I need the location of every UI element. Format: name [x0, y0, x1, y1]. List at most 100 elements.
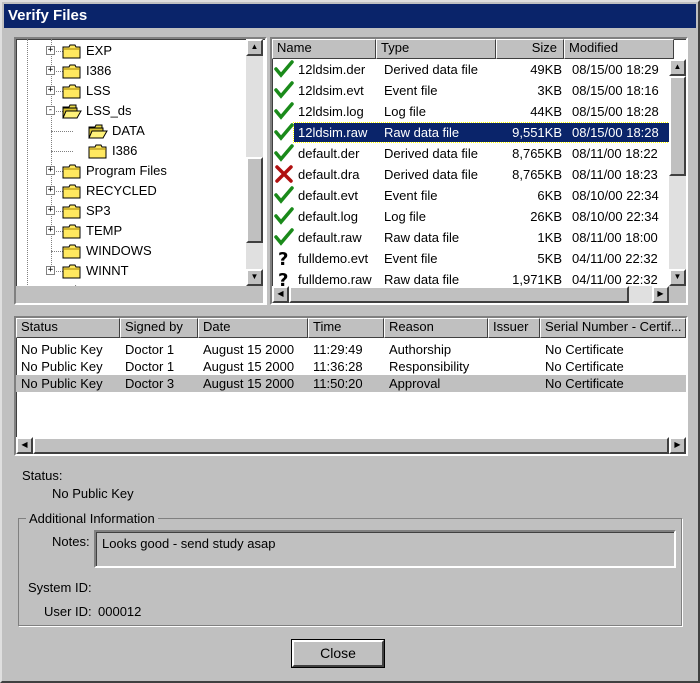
- file-horizontal-scrollbar[interactable]: ◀ ▶: [272, 286, 669, 303]
- signature-row[interactable]: No Public Key Doctor 3 August 15 2000 11:50…: [16, 375, 686, 392]
- check-icon: [274, 60, 294, 78]
- file-hscroll-thumb[interactable]: [289, 286, 629, 303]
- sig-scroll-left-button[interactable]: ◀: [16, 437, 33, 454]
- file-type-cell: Raw data file: [384, 125, 460, 140]
- folder-tree[interactable]: + EXP + I386 + LSS - LSS_ds DATA I386 + Program Fil…: [14, 37, 267, 305]
- tree-item[interactable]: + EXP: [16, 41, 244, 61]
- tree-item[interactable]: + TEMP: [16, 221, 244, 241]
- file-row[interactable]: 12ldsim.log Log file 44KB 08/15/00 18:28: [272, 101, 669, 122]
- signature-reason-cell: Approval: [389, 376, 441, 391]
- expand-icon[interactable]: +: [46, 46, 55, 55]
- file-scroll-up-button[interactable]: ▲: [669, 59, 686, 76]
- signature-date-cell: August 15 2000: [203, 359, 295, 374]
- tree-item[interactable]: - LSS_ds: [16, 101, 244, 121]
- expand-icon[interactable]: +: [46, 166, 55, 175]
- folder-open-icon: [88, 124, 108, 139]
- collapse-icon[interactable]: -: [46, 106, 55, 115]
- file-row[interactable]: default.raw Raw data file 1KB 08/11/00 18:0…: [272, 227, 669, 248]
- file-column-header[interactable]: Size: [496, 39, 564, 59]
- file-row[interactable]: default.der Derived data file 8,765KB 08/11…: [272, 143, 669, 164]
- expand-icon[interactable]: +: [46, 206, 55, 215]
- tree-scroll-up-button[interactable]: ▲: [246, 39, 263, 56]
- additional-info-title: Additional Information: [26, 511, 158, 526]
- file-scroll-left-button[interactable]: ◀: [272, 286, 289, 303]
- signature-column-header[interactable]: Issuer: [488, 318, 540, 338]
- signature-row[interactable]: No Public Key Doctor 1 August 15 2000 11:36…: [16, 358, 686, 375]
- file-column-header[interactable]: Type: [376, 39, 496, 59]
- file-row[interactable]: default.evt Event file 6KB 08/10/00 22:34: [272, 185, 669, 206]
- file-size-cell: 8,765KB: [512, 167, 562, 182]
- tree-scroll-thumb[interactable]: [246, 157, 263, 243]
- close-button[interactable]: Close: [291, 639, 385, 668]
- file-vertical-scrollbar[interactable]: ▲ ▼: [669, 59, 686, 286]
- signature-column-header[interactable]: Status: [16, 318, 120, 338]
- tree-item[interactable]: WINDOWS: [16, 241, 244, 261]
- folder-icon: [62, 264, 82, 279]
- file-type-cell: Derived data file: [384, 167, 478, 182]
- file-scroll-thumb[interactable]: [669, 76, 686, 176]
- file-type-cell: Log file: [384, 104, 426, 119]
- sig-scroll-right-button[interactable]: ▶: [669, 437, 686, 454]
- tree-item[interactable]: DATA: [16, 121, 244, 141]
- file-modified-cell: 04/11/00 22:32: [572, 251, 658, 266]
- sig-hscroll-thumb[interactable]: [33, 437, 669, 454]
- expand-icon[interactable]: +: [46, 226, 55, 235]
- file-modified-cell: 08/15/00 18:28: [572, 125, 659, 140]
- tree-item[interactable]: + I386: [16, 61, 244, 81]
- file-type-cell: Raw data file: [384, 230, 460, 245]
- tree-scroll-down-button[interactable]: ▼: [246, 269, 263, 286]
- file-name-cell: default.raw: [298, 230, 362, 245]
- tree-item-label: SP3: [86, 203, 111, 218]
- tree-item[interactable]: I386: [16, 141, 244, 161]
- signature-column-header[interactable]: Date: [198, 318, 308, 338]
- svg-text:?: ?: [278, 249, 288, 267]
- file-type-cell: Log file: [384, 209, 426, 224]
- check-icon: [274, 81, 294, 99]
- check-icon: [274, 207, 294, 225]
- notes-field[interactable]: Looks good - send study asap: [94, 530, 676, 568]
- tree-item-label: LSS: [86, 83, 111, 98]
- tree-item[interactable]: + Program Files: [16, 161, 244, 181]
- file-row[interactable]: ? fulldemo.evt Event file 5KB 04/11/00 22:32: [272, 248, 669, 270]
- tree-item[interactable]: + WINNT: [16, 261, 244, 281]
- tree-item[interactable]: + LSS: [16, 81, 244, 101]
- expand-icon[interactable]: +: [46, 86, 55, 95]
- file-column-header[interactable]: Modified: [564, 39, 674, 59]
- file-modified-cell: 08/15/00 18:28: [572, 104, 659, 119]
- signature-column-header[interactable]: Serial Number - Certif...: [540, 318, 686, 338]
- check-icon: [274, 228, 294, 246]
- file-list[interactable]: Name Type Size Modified 12ldsim.der Derived …: [270, 37, 688, 305]
- tree-item[interactable]: + RECYCLED: [16, 181, 244, 201]
- signature-column-header[interactable]: Reason: [384, 318, 488, 338]
- status-value: No Public Key: [52, 486, 134, 501]
- tree-vertical-scrollbar[interactable]: ▲ ▼: [246, 39, 263, 286]
- question-icon: ?: [274, 249, 294, 270]
- signature-column-header[interactable]: Signed by: [120, 318, 198, 338]
- tree-item[interactable]: + SP3: [16, 201, 244, 221]
- folder-icon: [62, 84, 82, 99]
- signature-row[interactable]: No Public Key Doctor 1 August 15 2000 11:29…: [16, 341, 686, 358]
- file-column-header[interactable]: Name: [272, 39, 376, 59]
- expand-icon[interactable]: +: [46, 186, 55, 195]
- file-size-cell: 1KB: [537, 230, 562, 245]
- folder-icon: [62, 44, 82, 59]
- file-row[interactable]: 12ldsim.raw Raw data file 9,551KB 08/15/00 …: [272, 122, 670, 143]
- verify-files-dialog: Verify Files + EXP + I386 + LSS - LSS_ds DATA I38…: [0, 0, 700, 683]
- signature-status-cell: No Public Key: [21, 359, 103, 374]
- signature-column-header[interactable]: Time: [308, 318, 384, 338]
- file-row[interactable]: 12ldsim.evt Event file 3KB 08/15/00 18:16: [272, 80, 669, 101]
- file-row[interactable]: default.log Log file 26KB 08/10/00 22:34: [272, 206, 669, 227]
- signature-status-cell: No Public Key: [21, 342, 103, 357]
- file-scroll-right-button[interactable]: ▶: [652, 286, 669, 303]
- file-row[interactable]: default.dra Derived data file 8,765KB 08/11…: [272, 164, 669, 185]
- signature-reason-cell: Responsibility: [389, 359, 470, 374]
- tree-horizontal-scrollbar[interactable]: [16, 286, 263, 303]
- expand-icon[interactable]: +: [46, 266, 55, 275]
- signature-horizontal-scrollbar[interactable]: ◀ ▶: [16, 437, 686, 454]
- file-scroll-down-button[interactable]: ▼: [669, 269, 686, 286]
- expand-icon[interactable]: +: [46, 66, 55, 75]
- file-name-cell: default.evt: [298, 188, 358, 203]
- file-row[interactable]: 12ldsim.der Derived data file 49KB 08/15/00…: [272, 59, 669, 80]
- signature-list[interactable]: Status Signed by Date Time Reason Issuer Seria…: [14, 316, 688, 456]
- file-size-cell: 8,765KB: [512, 146, 562, 161]
